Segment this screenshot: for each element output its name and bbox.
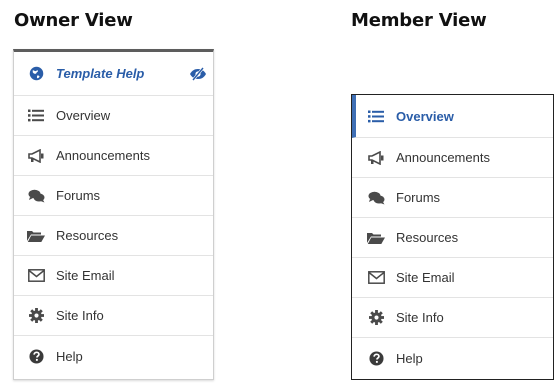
menu-item-site-info[interactable]: Site Info [352, 298, 553, 338]
menu-item-label: Site Email [396, 270, 455, 285]
question-circle-icon [366, 350, 386, 366]
menu-item-site-info[interactable]: Site Info [14, 296, 213, 336]
comments-icon [26, 188, 46, 204]
owner-site-menu: Template Help Overview Announcements For… [13, 49, 214, 380]
menu-item-overview[interactable]: Overview [14, 96, 213, 136]
menu-item-label: Help [56, 348, 83, 364]
menu-item-resources[interactable]: Resources [352, 218, 553, 258]
megaphone-icon [26, 148, 46, 164]
member-view-title: Member View [351, 10, 487, 31]
question-circle-icon [26, 348, 46, 364]
menu-item-label: Overview [396, 108, 454, 124]
menu-item-announcements[interactable]: Announcements [14, 136, 213, 176]
folder-open-icon [26, 228, 46, 244]
menu-item-label: Resources [56, 228, 119, 243]
owner-view-title: Owner View [14, 10, 133, 31]
menu-item-label: Site Email [56, 268, 115, 283]
template-help-label: Template Help [56, 66, 145, 81]
list-icon [366, 108, 386, 124]
template-help-header[interactable]: Template Help [14, 52, 213, 96]
menu-item-label: Forums [56, 188, 101, 203]
menu-item-label: Announcements [56, 148, 150, 163]
eye-slash-icon[interactable] [189, 66, 207, 81]
menu-item-resources[interactable]: Resources [14, 216, 213, 256]
menu-item-label: Forums [396, 190, 441, 205]
menu-item-site-email[interactable]: Site Email [352, 258, 553, 298]
menu-item-label: Overview [56, 108, 111, 123]
globe-icon [26, 66, 46, 82]
list-icon [26, 108, 46, 124]
menu-item-announcements[interactable]: Announcements [352, 138, 553, 178]
folder-open-icon [366, 230, 386, 246]
menu-item-overview[interactable]: Overview [352, 95, 553, 138]
menu-item-label: Resources [396, 230, 459, 245]
member-site-menu: Overview Announcements Forums Resources … [351, 94, 554, 380]
menu-item-label: Announcements [396, 150, 490, 165]
menu-item-label: Site Info [56, 308, 104, 323]
menu-item-site-email[interactable]: Site Email [14, 256, 213, 296]
menu-item-label: Help [396, 350, 423, 366]
comments-icon [366, 190, 386, 206]
envelope-icon [366, 270, 386, 286]
menu-item-label: Site Info [396, 310, 444, 325]
menu-item-forums[interactable]: Forums [352, 178, 553, 218]
gear-icon [26, 308, 46, 324]
gear-icon [366, 310, 386, 326]
menu-item-help[interactable]: Help [14, 336, 213, 376]
megaphone-icon [366, 150, 386, 166]
envelope-icon [26, 268, 46, 284]
menu-item-help[interactable]: Help [352, 338, 553, 378]
menu-item-forums[interactable]: Forums [14, 176, 213, 216]
